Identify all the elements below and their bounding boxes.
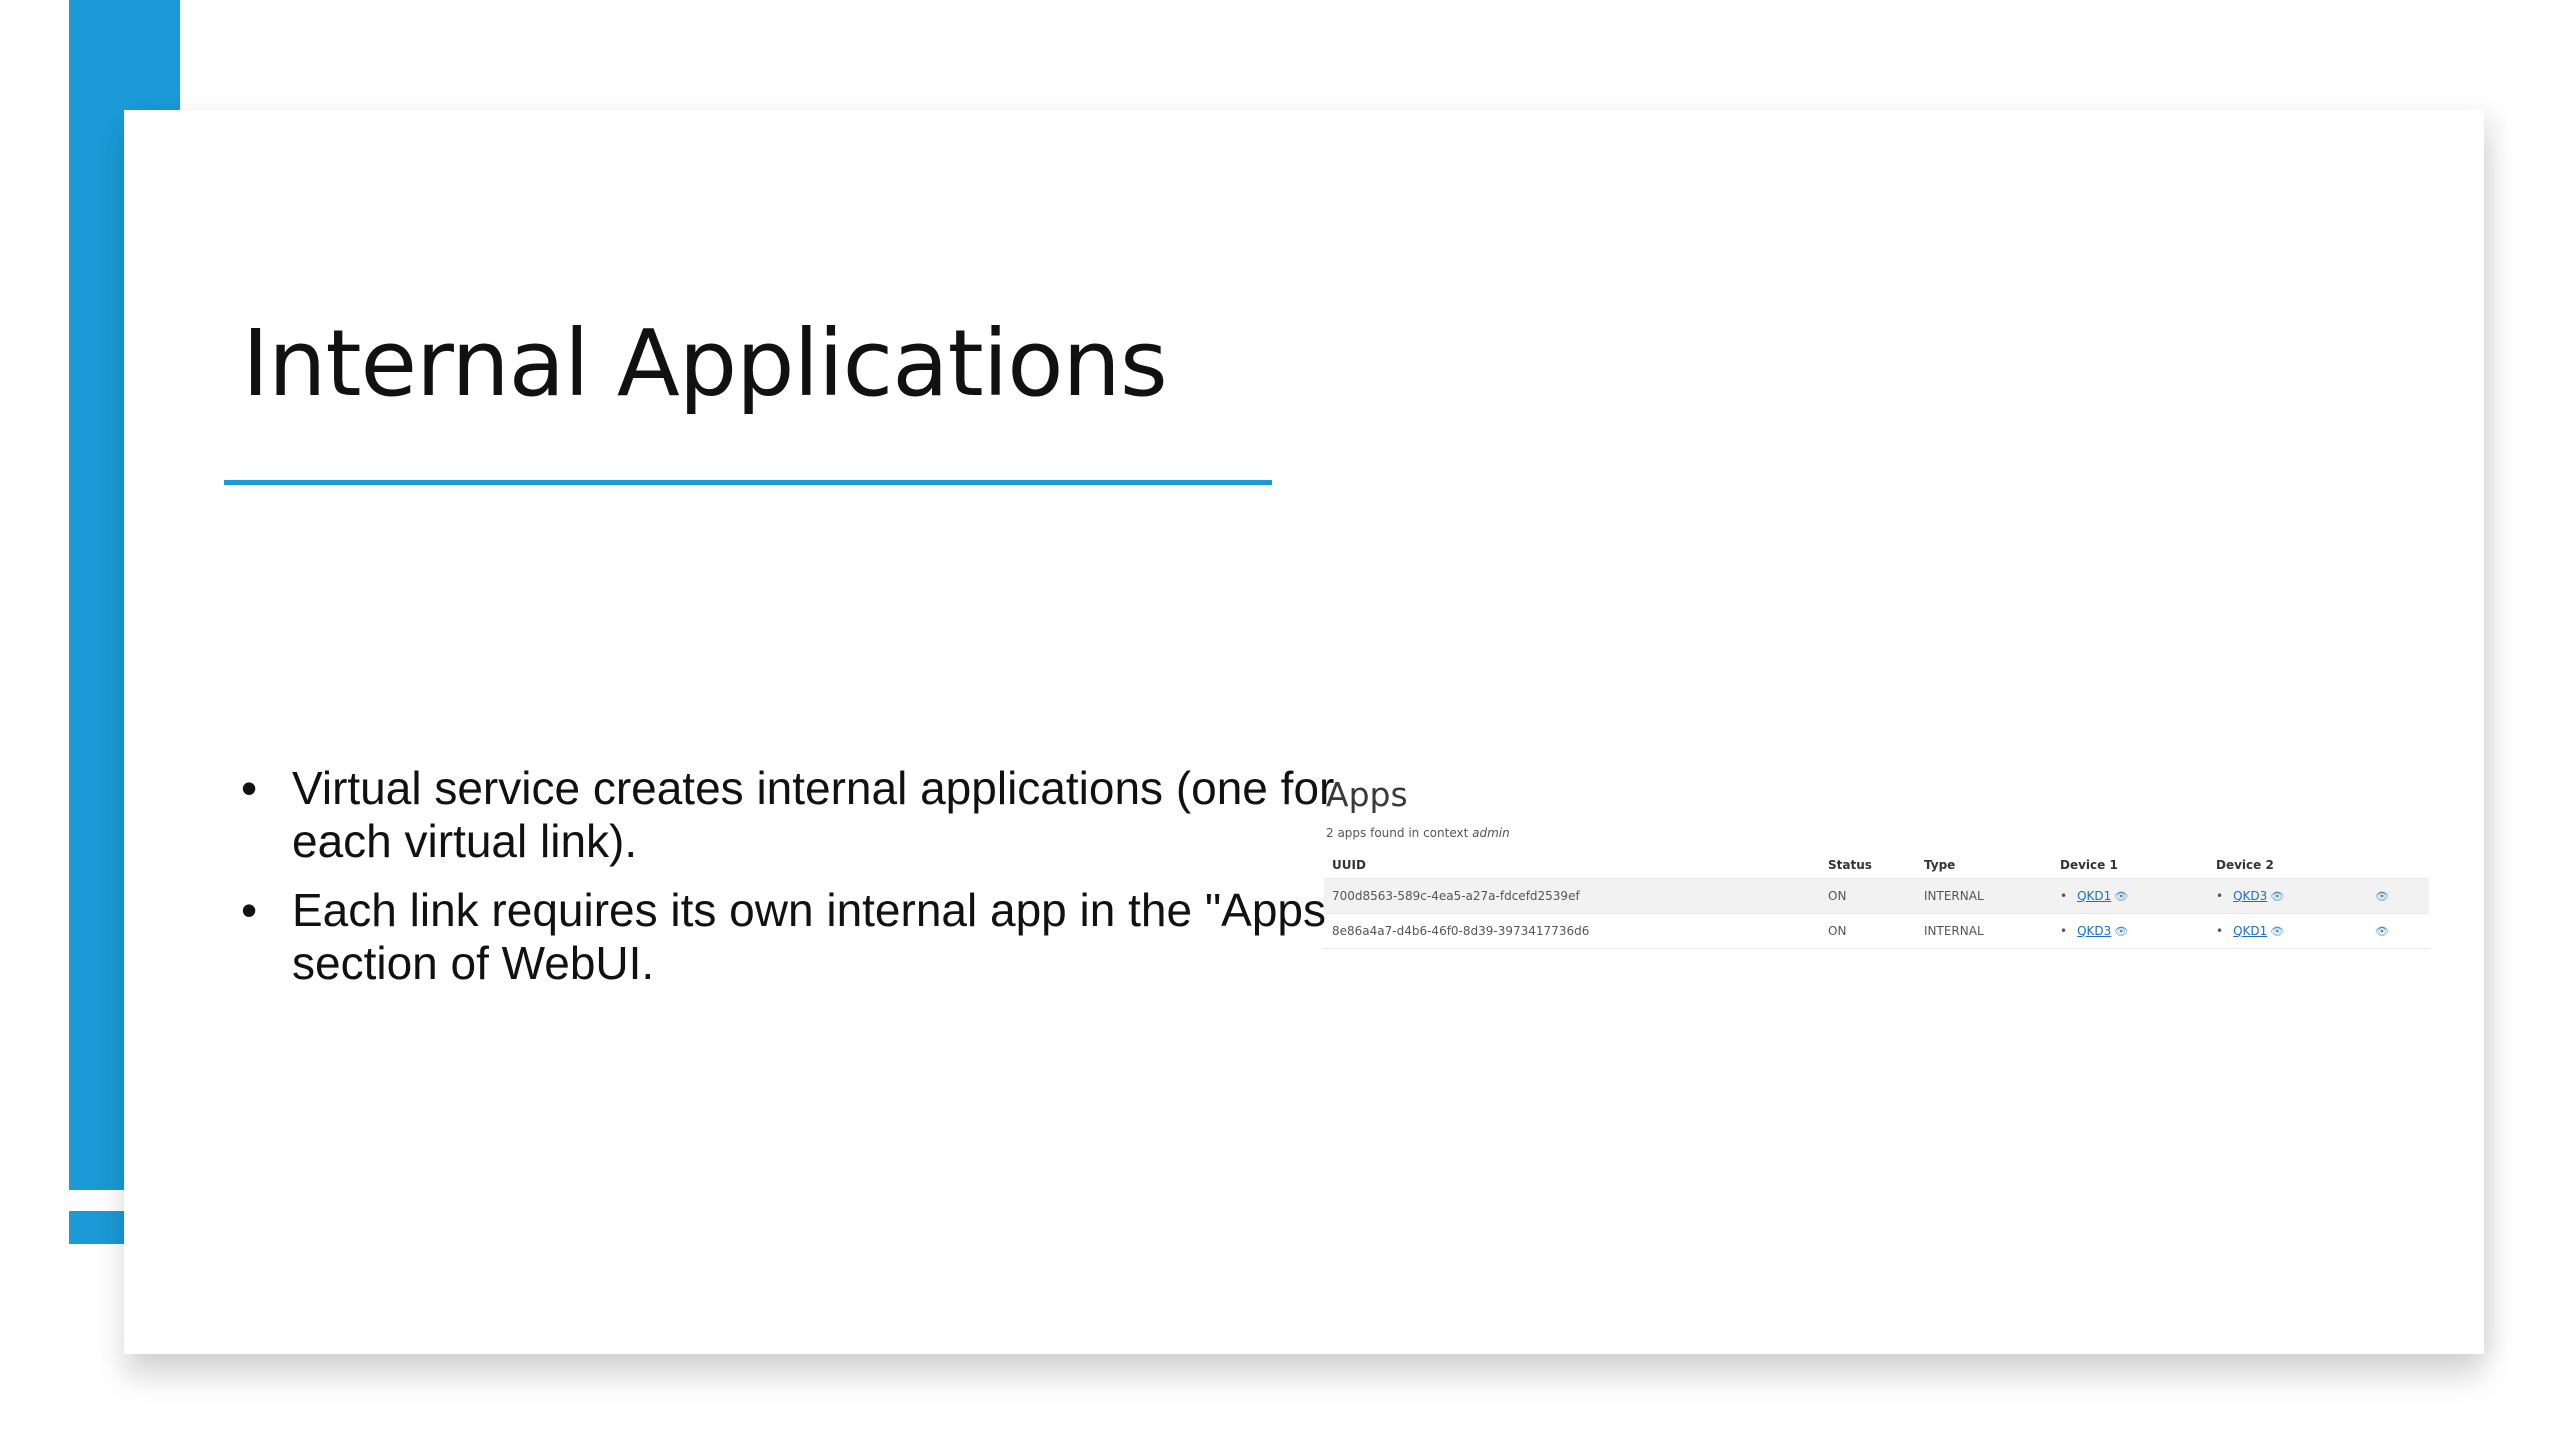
list-bullet: • xyxy=(2060,924,2068,938)
app-type-cell: INTERNAL xyxy=(1916,913,2052,949)
bullet-text: Virtual service creates internal applica… xyxy=(292,762,1335,867)
apps-table: UUID Status Type Device 1 Device 2 700d8… xyxy=(1324,852,2429,949)
bullet-marker: • xyxy=(240,884,258,936)
device1-link[interactable]: QKD3 xyxy=(2077,924,2111,938)
column-header-actions xyxy=(2364,852,2429,879)
device1-link[interactable]: QKD1 xyxy=(2077,889,2111,903)
bullet-list: • Virtual service creates internal appli… xyxy=(234,762,1394,1006)
view-app-eye-icon[interactable]: 👁 xyxy=(2375,925,2389,938)
app-uuid-cell: 700d8563-589c-4ea5-a27a-fdcefd2539ef xyxy=(1324,878,1820,914)
title-underline xyxy=(224,480,1272,485)
bullet-item: • Virtual service creates internal appli… xyxy=(234,762,1394,868)
apps-screenshot: Apps 2 apps found in context admin UUID … xyxy=(1324,774,2429,949)
column-header-device2[interactable]: Device 2 xyxy=(2208,852,2364,879)
accent-bar-vertical xyxy=(69,0,125,1190)
bullet-marker: • xyxy=(240,762,258,814)
accent-bar-small xyxy=(69,1211,125,1244)
eye-icon[interactable]: 👁 xyxy=(2270,890,2284,903)
row-actions-cell: 👁 xyxy=(2364,913,2429,949)
app-uuid-cell: 8e86a4a7-d4b6-46f0-8d39-3973417736d6 xyxy=(1324,913,1820,949)
presentation-stage: Internal Applications • Virtual service … xyxy=(0,0,2560,1440)
table-row[interactable]: 8e86a4a7-d4b6-46f0-8d39-3973417736d6 ON … xyxy=(1324,913,2429,949)
device2-cell: • QKD3 👁 xyxy=(2208,878,2364,914)
eye-icon[interactable]: 👁 xyxy=(2270,925,2284,938)
device2-link[interactable]: QKD1 xyxy=(2233,924,2267,938)
column-header-type[interactable]: Type xyxy=(1916,852,2052,879)
eye-icon[interactable]: 👁 xyxy=(2114,925,2128,938)
column-header-uuid[interactable]: UUID xyxy=(1324,852,1820,879)
app-type-cell: INTERNAL xyxy=(1916,878,2052,914)
list-bullet: • xyxy=(2060,889,2068,903)
slide-title: Internal Applications xyxy=(242,310,1168,417)
apps-count-text: 2 apps found in context admin xyxy=(1326,826,2429,840)
accent-bar-top xyxy=(69,0,180,110)
device1-cell: • QKD3 👁 xyxy=(2052,913,2208,949)
apps-context-name: admin xyxy=(1472,826,1510,840)
eye-icon[interactable]: 👁 xyxy=(2114,890,2128,903)
table-header-row: UUID Status Type Device 1 Device 2 xyxy=(1324,852,2429,879)
device1-cell: • QKD1 👁 xyxy=(2052,878,2208,914)
table-row[interactable]: 700d8563-589c-4ea5-a27a-fdcefd2539ef ON … xyxy=(1324,878,2429,914)
row-actions-cell: 👁 xyxy=(2364,878,2429,914)
device2-link[interactable]: QKD3 xyxy=(2233,889,2267,903)
bullet-text: Each link requires its own internal app … xyxy=(292,884,1343,989)
list-bullet: • xyxy=(2216,924,2224,938)
app-status-cell: ON xyxy=(1820,913,1916,949)
column-header-status[interactable]: Status xyxy=(1820,852,1916,879)
column-header-device1[interactable]: Device 1 xyxy=(2052,852,2208,879)
device2-cell: • QKD1 👁 xyxy=(2208,913,2364,949)
apps-count-prefix: 2 apps found in context xyxy=(1326,826,1473,840)
bullet-item: • Each link requires its own internal ap… xyxy=(234,884,1394,990)
view-app-eye-icon[interactable]: 👁 xyxy=(2375,890,2389,903)
app-status-cell: ON xyxy=(1820,878,1916,914)
list-bullet: • xyxy=(2216,889,2224,903)
apps-heading: Apps xyxy=(1326,775,1408,814)
slide-card: Internal Applications • Virtual service … xyxy=(124,110,2484,1354)
